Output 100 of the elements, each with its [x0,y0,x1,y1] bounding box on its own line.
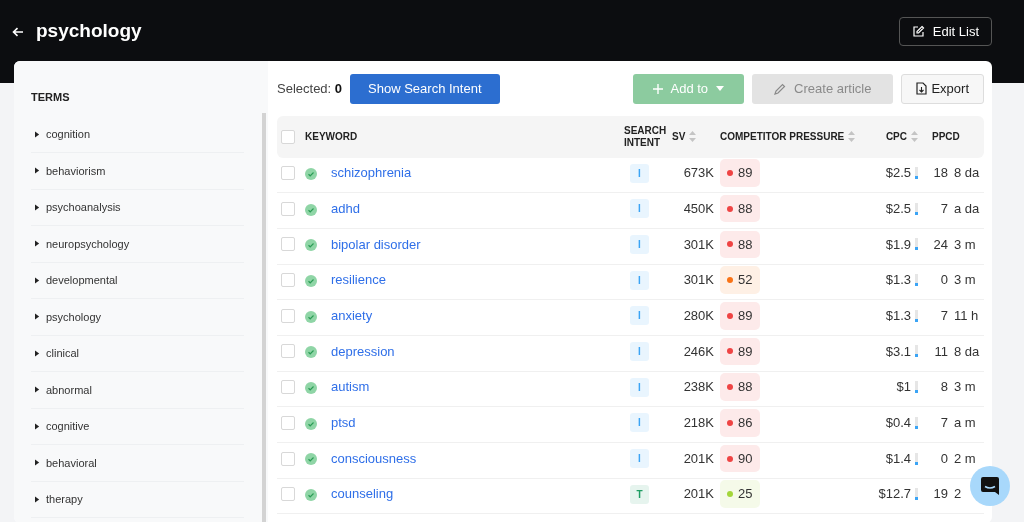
keyword-link[interactable]: counseling [331,486,394,502]
keyword-link[interactable]: anxiety [331,308,373,324]
check-circle-icon [305,203,317,216]
table-cell-text: 450K [682,200,714,218]
export-button[interactable]: Export [901,74,984,104]
row-checkbox[interactable] [281,237,295,252]
edit-list-button[interactable]: Edit List [898,16,992,47]
table-cell-text: 238K [682,378,714,397]
sort-icon[interactable] [911,131,918,142]
keyword-link[interactable]: schizophrenia [331,165,412,181]
column-header: PPCD [932,130,960,144]
table-cell-text: 18 [932,164,949,183]
check-circle-icon [305,239,317,252]
check-circle-icon [305,489,317,502]
table-cell-text: 8 da [954,164,981,183]
plus-icon [652,83,663,94]
intent-tag: I [630,342,649,361]
edit-icon [911,25,925,38]
row-checkbox[interactable] [281,166,295,181]
column-header: SEARCH INTENT [624,124,668,149]
row-checkbox[interactable] [281,415,295,430]
sidebar-item[interactable]: cognitive [31,408,244,445]
table-cell-text: 246K [682,342,714,361]
column-header: SV [672,130,686,144]
table-cell-text: 301K [682,271,714,290]
table-cell-text: 8 da [954,342,981,361]
select-all-checkbox[interactable] [281,129,295,144]
table-cell-text: 7 [939,200,949,218]
back-arrow-icon[interactable] [12,26,24,37]
keyword-link[interactable]: ptsd [331,415,356,431]
keyword-link[interactable]: adhd [331,201,360,216]
intent-tag: I [630,377,649,397]
table-cell-text: 8 [939,378,949,397]
sidebar-item[interactable]: behaviorism [31,153,244,190]
pressure-tag: 25 [720,480,761,508]
keyword-link[interactable]: depression [331,343,395,359]
sidebar-item[interactable]: developmental [31,262,244,299]
row-checkbox[interactable] [281,344,295,359]
pressure-tag: 88 [720,373,761,401]
table-cell-text: $2.5 [885,164,911,183]
column-header: KEYWORD [305,130,358,144]
check-circle-icon [305,453,317,466]
row-checkbox[interactable] [281,451,295,466]
table-cell-text: $12.7 [878,485,911,504]
chat-icon [980,476,1000,496]
row-checkbox[interactable] [281,308,295,323]
check-circle-icon [305,346,317,359]
intent-tag: I [630,449,649,469]
row-checkbox[interactable] [281,201,295,216]
sidebar-item[interactable]: cognition [31,116,244,153]
table-cell-text: 24 [932,235,949,254]
intent-tag: I [630,163,649,183]
row-checkbox[interactable] [281,380,295,395]
keyword-link[interactable]: bipolar disorder [331,236,421,252]
keyword-link[interactable]: autism [331,379,370,395]
pressure-tag: 90 [720,444,761,473]
sort-icon[interactable] [848,131,856,142]
intent-tag: I [630,234,649,254]
sidebar-item[interactable]: neuropsychology [31,226,244,263]
table-cell-text: 11 [933,342,949,361]
sort-icon[interactable] [689,131,697,142]
column-header: COMPETITOR PRESSURE [720,130,845,144]
sidebar-item[interactable]: clinical [31,335,244,372]
table-cell-text: 3 m [954,271,977,290]
table-cell-text: 201K [682,485,714,504]
table-cell-text: 11 h [954,307,980,326]
caret-down-icon [716,86,725,92]
sidebar-item[interactable]: psychoanalysis [31,189,244,226]
table-cell-text: 7 [939,414,949,433]
table-cell-text: 2 m [954,449,977,468]
table-cell-text: 301K [682,235,714,254]
sidebar-item[interactable]: behavioral [31,445,244,482]
selected-count: Selected: 0 [277,80,343,98]
chat-button[interactable] [970,466,1010,506]
table-cell-text: $0.4 [885,414,911,433]
scrollbar[interactable] [262,113,266,522]
sidebar-item[interactable]: psychology [31,299,244,336]
table-cell-text: 673K [682,164,714,183]
intent-tag: T [630,484,649,504]
table-cell-text: $1.3 [885,271,911,290]
table-cell-text: 201K [682,449,714,468]
sidebar-item[interactable]: therapy [31,481,244,518]
row-checkbox[interactable] [281,273,295,288]
column-header: CPC [885,130,907,144]
table-cell-text: a da [954,200,981,218]
table-cell-text: 19 [932,485,949,504]
keyword-link[interactable]: resilience [331,272,386,288]
check-circle-icon [305,417,317,430]
table-cell-text: a m [954,414,977,433]
pressure-tag: 89 [720,159,761,187]
table-cell-text: $1.4 [885,449,911,468]
sidebar-item[interactable]: abnormal [31,372,244,409]
check-circle-icon [305,382,317,394]
check-circle-icon [305,310,317,323]
intent-tag: I [630,413,649,433]
row-checkbox[interactable] [281,487,295,502]
keyword-link[interactable]: consciousness [331,450,417,466]
check-circle-icon [305,274,317,287]
intent-tag: I [630,306,649,326]
show-search-intent-button[interactable]: Show Search Intent [350,74,500,104]
